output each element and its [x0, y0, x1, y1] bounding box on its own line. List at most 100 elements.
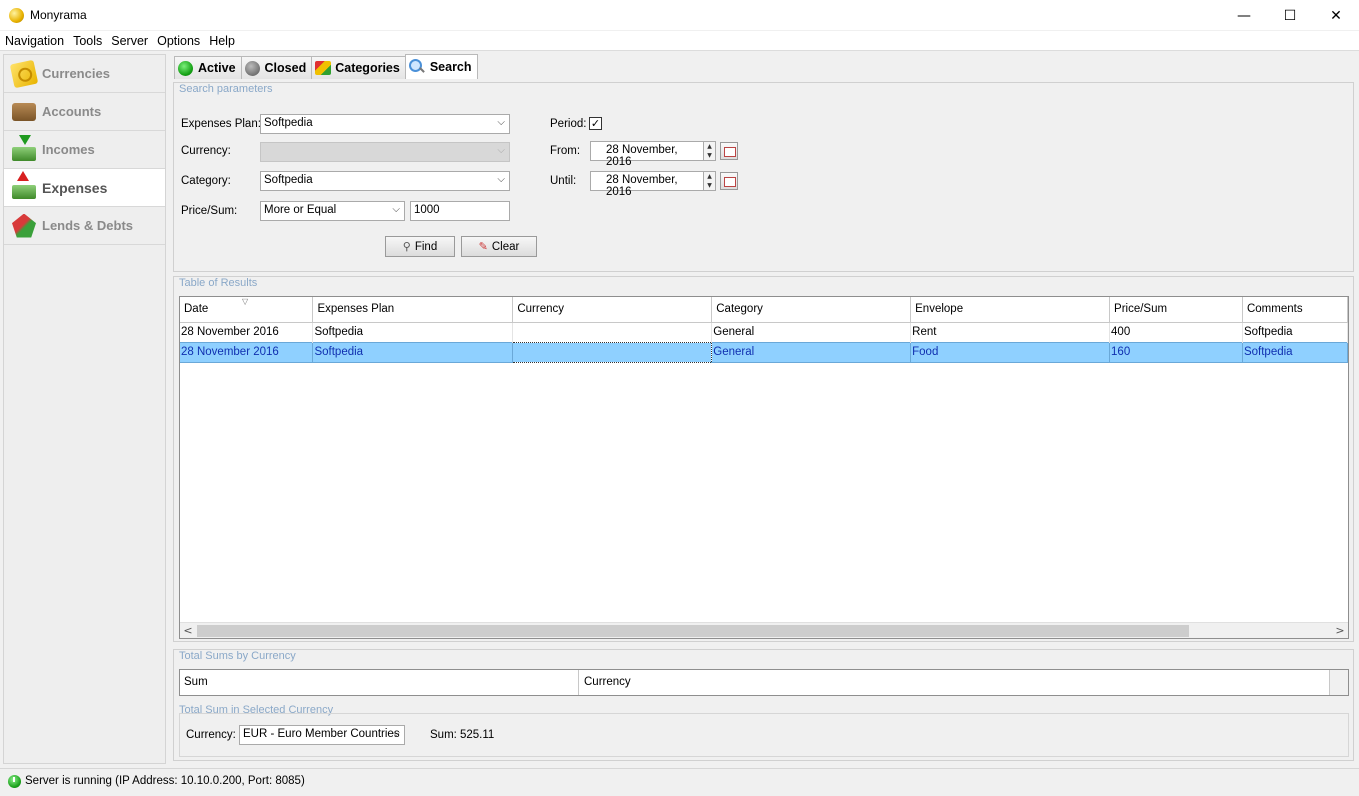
menu-tools[interactable]: Tools — [73, 34, 102, 48]
chevron-down-icon: ⌵ — [392, 728, 400, 739]
column-header-comments[interactable]: Comments — [1242, 297, 1348, 323]
sidebar-item-label: Accounts — [42, 104, 102, 119]
column-header-price-sum[interactable]: Price/Sum — [1109, 297, 1243, 323]
maximize-button[interactable]: ☐ — [1267, 0, 1313, 31]
price-operator-select[interactable]: More or Equal ⌵ — [260, 201, 405, 221]
menu-server[interactable]: Server — [111, 34, 148, 48]
sort-indicator-icon: ▽ — [242, 297, 249, 306]
cell-comments[interactable]: Softpedia — [1242, 341, 1348, 363]
cell-envelope[interactable]: Rent — [910, 322, 1111, 342]
sidebar-item-incomes[interactable]: Incomes — [4, 131, 165, 169]
gray-dot-icon — [244, 60, 260, 76]
sums-by-currency-table[interactable]: Sum Currency — [179, 669, 1349, 696]
column-header-date[interactable]: Date ▽ — [180, 297, 314, 323]
close-button[interactable]: ✕ — [1313, 0, 1359, 31]
column-header-expenses-plan[interactable]: Expenses Plan — [312, 297, 514, 323]
spin-up-icon[interactable]: ▲ — [704, 172, 715, 181]
period-label: Period: — [550, 118, 587, 130]
expenses-plan-select[interactable]: Softpedia ⌵ — [260, 114, 510, 134]
horizontal-scrollbar[interactable]: < > — [180, 622, 1348, 638]
sidebar-item-currencies[interactable]: Currencies — [4, 55, 165, 93]
scroll-left-icon[interactable]: < — [180, 623, 196, 638]
category-label: Category: — [181, 175, 231, 187]
cell-currency[interactable] — [512, 322, 713, 342]
period-checkbox[interactable]: ✓ — [589, 117, 602, 130]
table-header-row: Date ▽ Expenses Plan Currency Category En… — [180, 297, 1348, 323]
tab-active[interactable]: Active — [174, 56, 242, 79]
sidebar-item-label: Lends & Debts — [42, 218, 134, 233]
price-sum-input[interactable]: 1000 — [410, 201, 510, 221]
title-bar: Monyrama — ☐ ✕ — [0, 0, 1359, 31]
sum-value: 525.11 — [460, 729, 495, 741]
until-calendar-button[interactable] — [720, 172, 738, 190]
cell-expenses-plan[interactable]: Softpedia — [312, 322, 514, 342]
column-header-currency[interactable]: Currency — [579, 670, 1330, 695]
from-calendar-button[interactable] — [720, 142, 738, 160]
column-header-envelope[interactable]: Envelope — [910, 297, 1111, 323]
selected-currency-select[interactable]: EUR - Euro Member Countries ⌵ — [239, 725, 405, 745]
selected-currency-panel: Currency: EUR - Euro Member Countries ⌵ … — [179, 713, 1349, 757]
column-header-category[interactable]: Category — [711, 297, 912, 323]
until-date-spinner[interactable]: ▲ ▼ — [703, 171, 716, 191]
cell-envelope[interactable]: Food — [910, 341, 1111, 363]
from-date-spinner[interactable]: ▲ ▼ — [703, 141, 716, 161]
sidebar-item-label: Incomes — [42, 142, 95, 157]
sidebar-item-label: Currencies — [42, 66, 110, 81]
find-button[interactable]: ⚲ Find — [385, 236, 455, 257]
incomes-icon — [12, 134, 36, 161]
results-legend: Table of Results — [179, 277, 260, 289]
totals-legend: Total Sums by Currency — [179, 650, 298, 662]
until-date-input[interactable]: 28 November, 2016 — [590, 171, 704, 198]
from-label: From: — [550, 145, 581, 157]
spin-down-icon[interactable]: ▼ — [704, 151, 715, 160]
cell-currency[interactable] — [512, 341, 713, 363]
cell-price-sum[interactable]: 400 — [1109, 322, 1243, 342]
tab-categories[interactable]: Categories — [311, 56, 406, 79]
main-panel: Active Closed Categories Search Search p… — [170, 54, 1356, 764]
minimize-button[interactable]: — — [1221, 0, 1267, 31]
column-header-currency[interactable]: Currency — [512, 297, 713, 323]
cell-comments[interactable]: Softpedia — [1242, 322, 1348, 342]
spin-down-icon[interactable]: ▼ — [704, 181, 715, 190]
column-header-sum[interactable]: Sum — [180, 670, 579, 695]
currency-select[interactable]: ⌵ — [260, 142, 510, 162]
menu-options[interactable]: Options — [157, 34, 200, 48]
from-date-input[interactable]: 28 November, 2016 — [590, 141, 704, 168]
scrollbar-thumb[interactable] — [197, 625, 1189, 637]
results-table[interactable]: Date ▽ Expenses Plan Currency Category En… — [179, 296, 1349, 639]
menu-help[interactable]: Help — [209, 34, 235, 48]
sidebar-item-expenses[interactable]: Expenses — [4, 169, 165, 207]
cell-date[interactable]: 28 November 2016 — [180, 341, 314, 363]
server-status-text: Server is running (IP Address: 10.10.0.2… — [25, 775, 305, 787]
tab-search[interactable]: Search — [404, 54, 478, 79]
price-sum-label: Price/Sum: — [181, 205, 238, 217]
price-operator-value: More or Equal — [264, 204, 337, 216]
search-icon: ⚲ — [402, 241, 411, 253]
table-row-selected[interactable]: 28 November 2016 Softpedia General Food … — [180, 341, 1348, 363]
cell-date[interactable]: 28 November 2016 — [180, 322, 314, 342]
totals-panel: Total Sums by Currency Sum Currency Tota… — [173, 649, 1354, 761]
chevron-down-icon: ⌵ — [497, 174, 505, 185]
tab-closed[interactable]: Closed — [240, 56, 313, 79]
cell-expenses-plan[interactable]: Softpedia — [312, 341, 514, 363]
tab-label: Categories — [335, 61, 400, 75]
selected-currency-label: Currency: — [186, 729, 236, 741]
cell-price-sum[interactable]: 160 — [1109, 341, 1243, 363]
currencies-icon — [9, 59, 39, 88]
cell-category[interactable]: General — [711, 341, 912, 363]
sidebar-item-lends-debts[interactable]: Lends & Debts — [4, 207, 165, 245]
clear-button[interactable]: ✎ Clear — [461, 236, 537, 257]
sidebar-item-accounts[interactable]: Accounts — [4, 93, 165, 131]
until-label: Until: — [550, 175, 577, 187]
spin-up-icon[interactable]: ▲ — [704, 142, 715, 151]
expenses-icon — [12, 170, 36, 199]
scroll-right-icon[interactable]: > — [1332, 623, 1348, 638]
category-select[interactable]: Softpedia ⌵ — [260, 171, 510, 191]
menu-navigation[interactable]: Navigation — [5, 34, 64, 48]
chevron-down-icon: ⌵ — [497, 145, 505, 156]
clear-label: Clear — [491, 240, 520, 253]
search-parameters-panel: Search parameters Expenses Plan: Softped… — [173, 82, 1354, 272]
currency-label: Currency: — [181, 145, 231, 157]
cell-category[interactable]: General — [711, 322, 912, 342]
table-row[interactable]: 28 November 2016 Softpedia General Rent … — [180, 322, 1348, 342]
